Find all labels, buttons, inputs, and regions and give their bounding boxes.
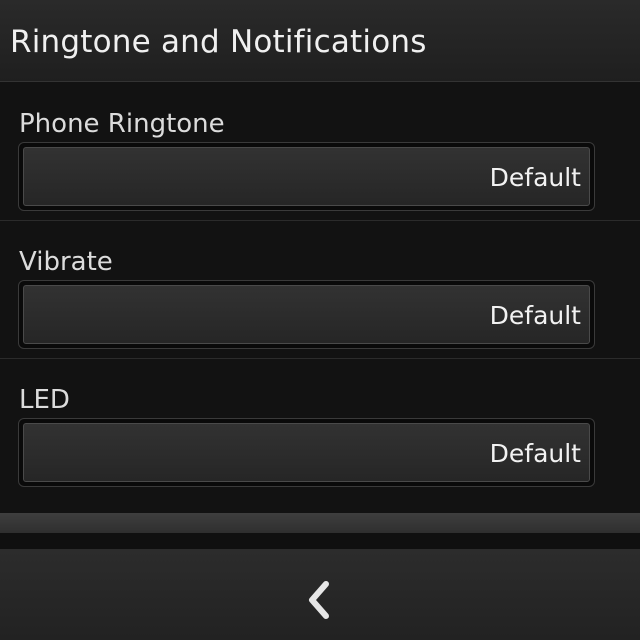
page-title: Ringtone and Notifications — [10, 24, 427, 60]
led-dropdown[interactable]: Default — [18, 418, 595, 487]
vibrate-label: Vibrate — [19, 247, 113, 277]
phone-ringtone-dropdown-field: Default — [23, 147, 590, 206]
action-bar — [0, 549, 640, 640]
vibrate-dropdown[interactable]: Default — [18, 280, 595, 349]
led-label: LED — [19, 385, 70, 415]
setting-phone-ringtone: Phone Ringtone Default — [0, 83, 640, 221]
phone-ringtone-dropdown[interactable]: Default — [18, 142, 595, 211]
vibrate-value: Default — [489, 301, 581, 330]
content-gap — [0, 533, 640, 549]
chevron-left-icon — [309, 581, 329, 619]
setting-led: LED Default — [0, 359, 640, 497]
settings-screen: Ringtone and Notifications Phone Rington… — [0, 0, 640, 640]
phone-ringtone-label: Phone Ringtone — [19, 109, 225, 139]
back-button[interactable] — [288, 567, 352, 631]
led-dropdown-field: Default — [23, 423, 590, 482]
led-value: Default — [489, 439, 581, 468]
title-bar: Ringtone and Notifications — [0, 0, 640, 82]
phone-ringtone-value: Default — [489, 163, 581, 192]
content-divider — [0, 513, 640, 533]
setting-vibrate: Vibrate Default — [0, 221, 640, 359]
vibrate-dropdown-field: Default — [23, 285, 590, 344]
